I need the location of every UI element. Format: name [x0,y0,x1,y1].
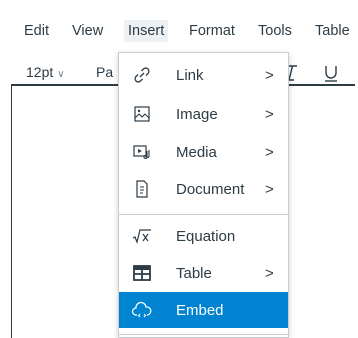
paragraph-select[interactable]: Pa [96,64,113,80]
media-icon [131,141,153,163]
submenu-arrow-icon: > [265,264,274,282]
insert-menu-dropdown: Link > Image > Media > Document > Equati… [118,52,289,338]
font-size-value: 12pt [26,64,54,80]
embed-cloud-icon [131,299,153,321]
menu-separator [119,334,288,335]
menubar: Edit View Insert Format Tools Table [0,0,358,58]
paragraph-value: Pa [96,64,114,80]
menu-item-equation[interactable]: Equation [119,218,288,254]
underline-button[interactable] [322,62,340,84]
menu-item-label: Embed [176,301,224,319]
menu-item-label: Table [176,264,212,282]
font-size-select[interactable]: 12pt ∨ [26,64,65,80]
menu-item-label: Link [176,66,204,84]
chevron-down-icon: ∨ [57,69,65,80]
menu-view[interactable]: View [72,22,103,40]
equation-icon [131,225,153,247]
submenu-arrow-icon: > [265,143,274,161]
menu-table[interactable]: Table [315,22,350,40]
menu-item-document[interactable]: Document > [119,171,288,207]
submenu-arrow-icon: > [265,180,274,198]
image-icon [131,103,153,125]
menu-item-label: Document [176,180,245,198]
table-icon [131,262,153,284]
menu-item-label: Equation [176,227,236,245]
menu-item-table[interactable]: Table > [119,255,288,291]
submenu-arrow-icon: > [265,105,274,123]
menu-item-media[interactable]: Media > [119,134,288,170]
submenu-arrow-icon: > [265,66,274,84]
menu-item-label: Media [176,143,217,161]
menu-item-image[interactable]: Image > [119,96,288,132]
link-icon [131,64,153,86]
menu-edit[interactable]: Edit [24,22,49,40]
menu-item-label: Image [176,105,218,123]
menu-item-link[interactable]: Link > [119,57,288,93]
underline-icon [325,66,337,82]
menu-format[interactable]: Format [189,22,235,40]
menu-separator [119,214,288,215]
menu-item-embed[interactable]: Embed [119,292,288,328]
menu-tools[interactable]: Tools [258,22,292,40]
menu-insert[interactable]: Insert [124,20,169,42]
document-icon [131,178,153,200]
